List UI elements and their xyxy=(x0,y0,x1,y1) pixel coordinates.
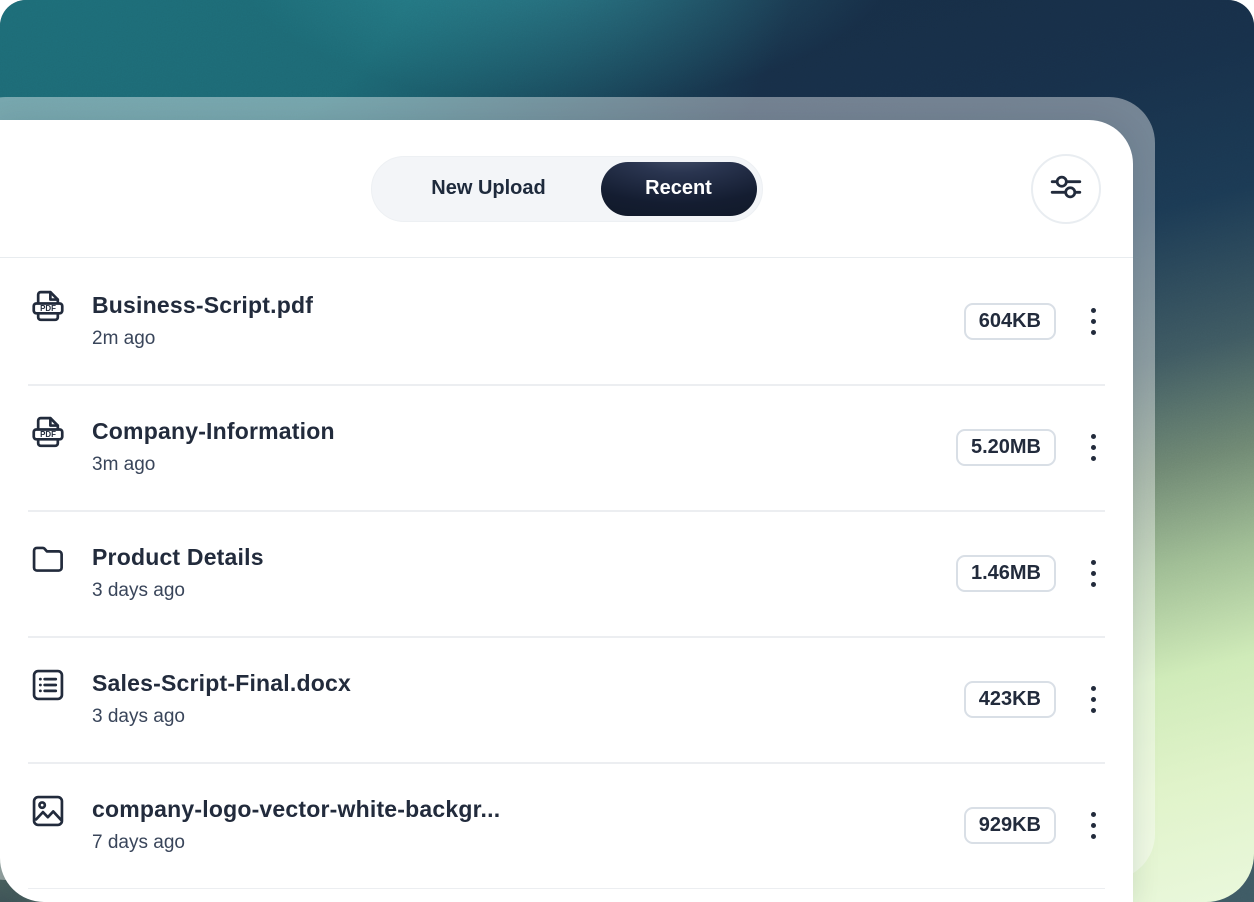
filter-button[interactable] xyxy=(1031,154,1101,224)
file-size-badge: 5.20MB xyxy=(956,429,1056,466)
sliders-icon xyxy=(1049,172,1083,205)
document-lines-icon xyxy=(28,665,68,705)
file-name: Product Details xyxy=(92,544,956,571)
file-size-badge: 1.46MB xyxy=(956,555,1056,592)
file-info: Company-Information 3m ago xyxy=(92,418,956,476)
pdf-file-icon: PDF xyxy=(28,287,68,327)
folder-icon xyxy=(28,539,68,579)
file-time: 7 days ago xyxy=(92,832,964,854)
image-icon xyxy=(28,791,68,831)
file-row[interactable]: PDF Business-Script.pdf 2m ago 604KB xyxy=(0,258,1133,384)
list-divider xyxy=(28,888,1105,889)
kebab-menu-button[interactable] xyxy=(1083,303,1103,339)
file-row[interactable]: Sales-Script-Final.docx 3 days ago 423KB xyxy=(0,636,1133,762)
file-row[interactable]: company-logo-vector-white-backgr... 7 da… xyxy=(0,762,1133,888)
file-name: company-logo-vector-white-backgr... xyxy=(92,796,964,823)
file-panel: New Upload Recent PDF Business-Script.pd… xyxy=(0,120,1133,902)
file-size-badge: 929KB xyxy=(964,807,1056,844)
svg-text:PDF: PDF xyxy=(40,304,56,313)
file-info: Sales-Script-Final.docx 3 days ago xyxy=(92,670,964,728)
panel-header: New Upload Recent xyxy=(0,120,1133,258)
svg-text:PDF: PDF xyxy=(40,430,56,439)
kebab-menu-button[interactable] xyxy=(1083,681,1103,717)
pdf-file-icon: PDF xyxy=(28,413,68,453)
file-time: 2m ago xyxy=(92,328,964,350)
kebab-menu-button[interactable] xyxy=(1083,807,1103,843)
file-info: Product Details 3 days ago xyxy=(92,544,956,602)
file-info: Business-Script.pdf 2m ago xyxy=(92,292,964,350)
tab-recent[interactable]: Recent xyxy=(601,162,757,216)
kebab-menu-button[interactable] xyxy=(1083,429,1103,465)
file-time: 3m ago xyxy=(92,454,956,476)
file-list: PDF Business-Script.pdf 2m ago 604KB PDF… xyxy=(0,258,1133,888)
file-row[interactable]: PDF Company-Information 3m ago 5.20MB xyxy=(0,384,1133,510)
file-name: Business-Script.pdf xyxy=(92,292,964,319)
file-size-badge: 604KB xyxy=(964,303,1056,340)
file-name: Sales-Script-Final.docx xyxy=(92,670,964,697)
kebab-menu-button[interactable] xyxy=(1083,555,1103,591)
file-name: Company-Information xyxy=(92,418,956,445)
file-size-badge: 423KB xyxy=(964,681,1056,718)
file-row[interactable]: Product Details 3 days ago 1.46MB xyxy=(0,510,1133,636)
tab-new-upload[interactable]: New Upload xyxy=(377,177,601,200)
file-info: company-logo-vector-white-backgr... 7 da… xyxy=(92,796,964,854)
upload-recent-toggle: New Upload Recent xyxy=(371,156,763,222)
file-time: 3 days ago xyxy=(92,580,956,602)
file-time: 3 days ago xyxy=(92,706,964,728)
